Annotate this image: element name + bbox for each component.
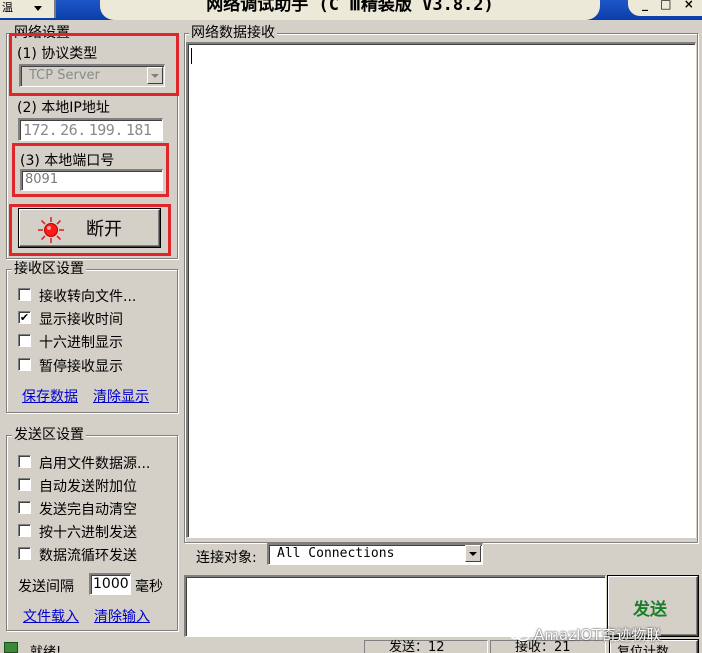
- ip-octet-4: 181: [125, 121, 152, 139]
- window-controls[interactable]: _ □ ×: [628, 0, 702, 16]
- recv-option-3-checkbox[interactable]: [18, 334, 31, 347]
- recv-option-1-checkbox[interactable]: [18, 288, 31, 301]
- text-cursor: [191, 48, 192, 64]
- port-input[interactable]: 8091: [20, 169, 163, 191]
- system-menu[interactable]: 温: [0, 0, 56, 18]
- ip-input[interactable]: 172. 26. 199. 181: [18, 118, 163, 141]
- protocol-label: (1) 协议类型: [17, 46, 98, 62]
- send-button-label: 发送: [633, 600, 667, 620]
- send-option-5-checkbox[interactable]: [18, 547, 31, 560]
- window-title: 网络调试助手 (C Ⅲ精装版 V3.8.2): [100, 0, 600, 20]
- recv-option-2-label: 显示接收时间: [39, 312, 123, 328]
- status-sent: 发送：12: [364, 640, 488, 653]
- receive-textarea[interactable]: [186, 42, 696, 538]
- connection-value: All Connections: [277, 546, 395, 561]
- recv-option-1-label: 接收转向文件...: [39, 289, 137, 305]
- watermark-text: AmazIOT奇迹物联: [534, 626, 662, 644]
- recv-option-4-checkbox[interactable]: [18, 358, 31, 371]
- clear-display-link[interactable]: 清除显示: [93, 386, 149, 406]
- clear-input-link[interactable]: 清除输入: [94, 606, 150, 626]
- send-option-3-checkbox[interactable]: [18, 501, 31, 514]
- connection-dropdown-button[interactable]: [465, 545, 481, 562]
- save-data-link[interactable]: 保存数据: [22, 386, 78, 406]
- recv-settings-title: 接收区设置: [12, 261, 86, 277]
- recv-option-4-label: 暂停接收显示: [39, 359, 123, 375]
- send-option-2-checkbox[interactable]: [18, 478, 31, 491]
- protocol-value: TCP Server: [29, 68, 100, 83]
- recv-option-3-label: 十六进制显示: [39, 335, 123, 351]
- port-label: (3) 本地端口号: [20, 153, 115, 169]
- status-light-icon: [38, 217, 64, 243]
- ip-octet-2: 26: [60, 121, 78, 139]
- system-menu-label: 温: [2, 1, 13, 14]
- title-bar: 温 网络调试助手 (C Ⅲ精装版 V3.8.2) _ □ ×: [0, 0, 702, 20]
- chevron-down-icon: [151, 74, 159, 78]
- chevron-down-icon: [469, 552, 477, 556]
- send-interval-input[interactable]: 1000: [89, 573, 131, 595]
- send-option-2-label: 自动发送附加位: [39, 479, 137, 495]
- send-option-4-label: 按十六进制发送: [39, 525, 137, 541]
- send-interval-unit: 毫秒: [135, 579, 163, 595]
- disconnect-button[interactable]: 断开: [19, 209, 160, 247]
- status-sent-text: 发送：12: [389, 640, 445, 653]
- send-interval-value: 1000: [93, 576, 129, 592]
- status-icon: [4, 642, 18, 653]
- connection-select[interactable]: All Connections: [267, 543, 483, 565]
- protocol-select[interactable]: TCP Server: [19, 64, 165, 87]
- recv-option-2-checkbox[interactable]: ✔: [18, 311, 31, 324]
- protocol-dropdown-button[interactable]: [147, 67, 163, 84]
- send-option-3-label: 发送完自动清空: [39, 502, 137, 518]
- send-option-5-label: 数据流循环发送: [39, 548, 137, 564]
- receive-area-title: 网络数据接收: [189, 25, 277, 41]
- file-load-link[interactable]: 文件载入: [23, 606, 79, 626]
- ip-octet-1: 172: [23, 121, 49, 139]
- send-settings-title: 发送区设置: [12, 427, 86, 443]
- chevron-down-icon: [34, 6, 42, 11]
- send-option-1-label: 启用文件数据源...: [39, 456, 151, 472]
- send-option-1-checkbox[interactable]: [18, 455, 31, 468]
- disconnect-label: 断开: [86, 219, 122, 240]
- ip-octet-3: 199: [88, 121, 115, 139]
- send-option-4-checkbox[interactable]: [18, 524, 31, 537]
- connection-label: 连接对象:: [196, 550, 257, 566]
- port-value: 8091: [25, 172, 59, 187]
- ip-label: (2) 本地IP地址: [17, 100, 110, 116]
- status-ready: 就绪!: [30, 645, 62, 653]
- wechat-icon: [508, 626, 530, 642]
- send-interval-label: 发送间隔: [18, 579, 74, 595]
